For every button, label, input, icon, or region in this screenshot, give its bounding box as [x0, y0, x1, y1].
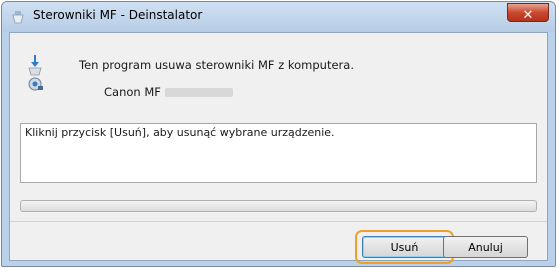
description-text: Ten program usuwa sterowniki MF z komput… — [79, 58, 354, 72]
title-bar[interactable]: Sterowniki MF - Deinstalator ✕ — [2, 2, 555, 32]
message-box: Kliknij przycisk [Usuń], aby usunąć wybr… — [20, 123, 537, 183]
uninstall-icon — [28, 55, 43, 91]
model-number-redacted — [164, 88, 233, 97]
uninstaller-window: Sterowniki MF - Deinstalator ✕ Ten progr… — [1, 1, 556, 267]
uninstall-button[interactable]: Usuń — [362, 236, 447, 258]
model-name: Canon MF — [104, 85, 233, 99]
window-title: Sterowniki MF - Deinstalator — [33, 8, 203, 22]
progress-bar — [20, 200, 537, 212]
dialog-body: Ten program usuwa sterowniki MF z komput… — [9, 32, 548, 264]
close-button[interactable]: ✕ — [507, 3, 549, 23]
close-icon: ✕ — [522, 8, 534, 23]
app-icon — [12, 11, 24, 24]
model-prefix: Canon MF — [104, 85, 161, 99]
cancel-button[interactable]: Anuluj — [443, 236, 528, 258]
instruction-text: Kliknij przycisk [Usuń], aby usunąć wybr… — [25, 126, 335, 139]
separator — [10, 221, 547, 222]
